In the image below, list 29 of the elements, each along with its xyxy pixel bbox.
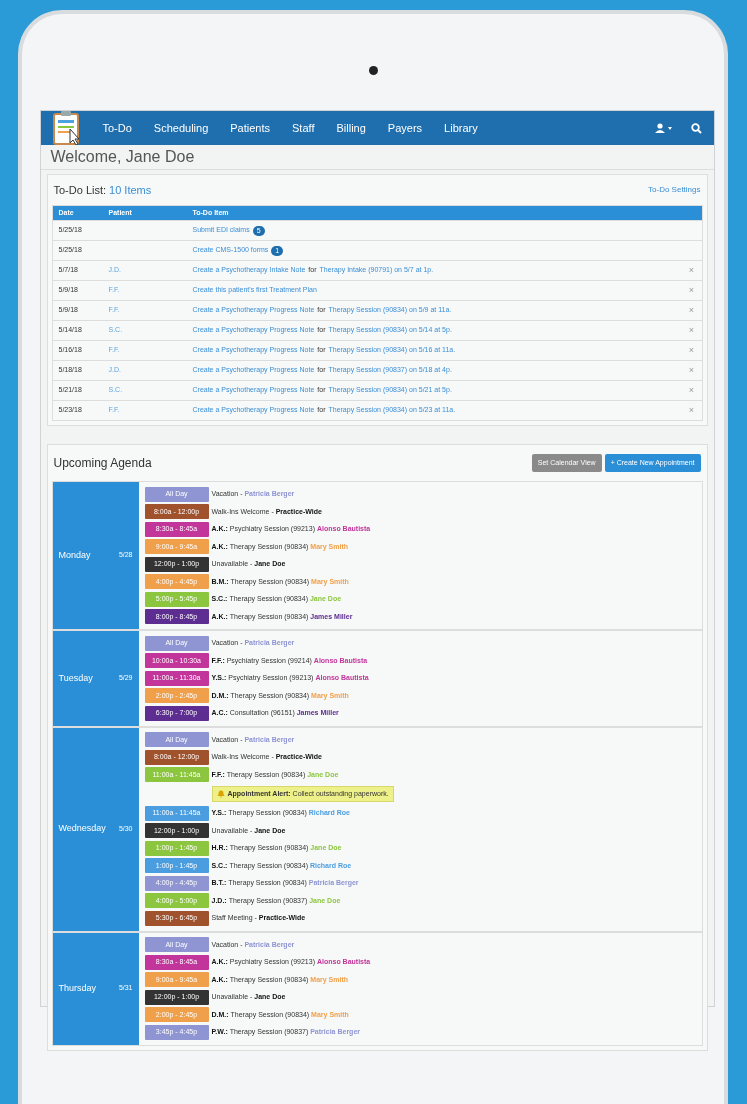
nav-link[interactable]: To-Do — [102, 119, 132, 137]
clipboard-logo-icon — [52, 111, 81, 145]
user-icon[interactable] — [654, 123, 673, 133]
dismiss-button[interactable]: × — [688, 383, 695, 398]
items-count-link[interactable]: 10 Items — [109, 181, 152, 199]
nav-link[interactable]: Billing — [336, 119, 366, 137]
camera-icon — [368, 66, 378, 75]
welcome-heading: Welcome, Jane Doe — [40, 145, 714, 170]
day-name: Tuesday — [58, 671, 93, 685]
dismiss-button[interactable]: × — [688, 263, 695, 278]
search-icon[interactable] — [690, 122, 702, 134]
nav-link[interactable]: Staff — [292, 119, 315, 137]
nav-link[interactable]: Payers — [387, 119, 423, 137]
nav-link[interactable]: Library — [444, 119, 478, 137]
day-name: Monday — [58, 548, 91, 562]
dismiss-button[interactable]: × — [688, 323, 695, 338]
nav-link[interactable]: Patients — [230, 119, 271, 137]
agenda-title: Upcoming Agenda — [53, 455, 152, 472]
dismiss-button[interactable]: × — [688, 303, 695, 318]
nav-link[interactable]: Scheduling — [153, 119, 209, 137]
todo-settings-link[interactable]: To-Do Settings — [648, 184, 701, 196]
dismiss-button[interactable]: × — [688, 363, 695, 378]
day-name: Wednesday — [58, 822, 106, 836]
bell-icon — [216, 790, 225, 798]
dismiss-button[interactable]: × — [688, 403, 695, 418]
dismiss-button[interactable]: × — [688, 283, 695, 298]
todo-title: To-Do List: — [53, 182, 107, 198]
day-name: Thursday — [58, 981, 97, 995]
dismiss-button[interactable]: × — [688, 343, 695, 358]
